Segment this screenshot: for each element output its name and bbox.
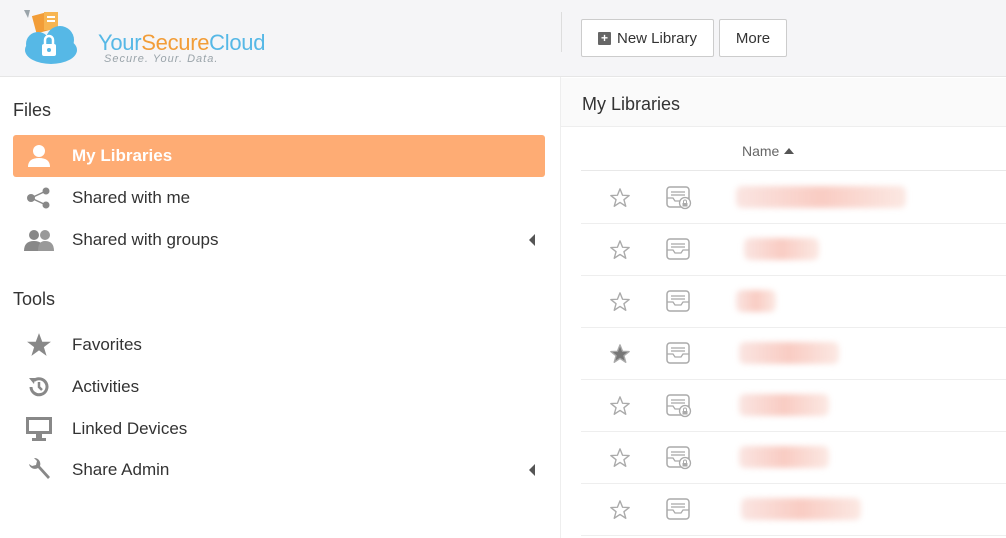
star-outline-icon[interactable] xyxy=(609,395,631,422)
star-outline-icon[interactable] xyxy=(609,291,631,318)
more-label: More xyxy=(735,29,771,47)
brand-tagline: Secure. Your. Data. xyxy=(104,53,219,65)
top-header: YourSecureCloud Secure. Your. Data. + Ne… xyxy=(0,0,1006,77)
star-icon xyxy=(13,332,65,358)
caret-left-icon[interactable] xyxy=(529,464,535,476)
new-library-label: New Library xyxy=(616,29,698,47)
library-icon xyxy=(665,237,693,268)
sidebar-item-favorites[interactable]: Favorites xyxy=(13,324,545,366)
library-icon xyxy=(665,341,693,372)
new-library-button[interactable]: + New Library xyxy=(581,19,714,57)
sidebar-item-label: My Libraries xyxy=(72,146,173,165)
table-row[interactable] xyxy=(581,432,1006,484)
monitor-icon xyxy=(13,416,65,442)
star-outline-icon[interactable] xyxy=(609,239,631,266)
sidebar-item-activities[interactable]: Activities xyxy=(13,366,545,408)
sidebar-item-label: Activities xyxy=(72,377,140,396)
sidebar-item-share-admin[interactable]: Share Admin xyxy=(13,449,545,491)
star-outline-icon[interactable] xyxy=(609,499,631,526)
files-section-title: Files xyxy=(13,100,52,120)
group-icon xyxy=(13,229,65,251)
table-row[interactable] xyxy=(581,276,1006,328)
redacted-library-name[interactable] xyxy=(736,290,776,312)
table-header: Name xyxy=(581,128,1006,171)
star-filled-icon[interactable] xyxy=(609,343,631,370)
wrench-icon xyxy=(13,457,65,483)
sidebar-item-shared-with-me[interactable]: Shared with me xyxy=(13,177,545,219)
sidebar-item-label: Shared with groups xyxy=(72,230,219,249)
sidebar: Files My Libraries Shared with me Shared… xyxy=(0,78,560,538)
cloud-lock-icon xyxy=(24,10,77,64)
more-button[interactable]: More xyxy=(719,19,787,57)
main-panel: My Libraries Name xyxy=(561,78,1006,538)
redacted-library-name[interactable] xyxy=(741,498,861,520)
sidebar-item-shared-with-groups[interactable]: Shared with groups xyxy=(13,219,545,261)
star-outline-icon[interactable] xyxy=(609,187,631,214)
table-row[interactable] xyxy=(581,328,1006,380)
brand-logo[interactable]: YourSecureCloud Secure. Your. Data. xyxy=(16,8,266,68)
redacted-library-name[interactable] xyxy=(736,186,906,208)
redacted-library-name[interactable] xyxy=(739,342,839,364)
sidebar-item-label: Shared with me xyxy=(72,188,191,207)
page-title: My Libraries xyxy=(561,78,1006,127)
plus-icon: + xyxy=(597,31,611,45)
redacted-library-name[interactable] xyxy=(739,394,829,416)
caret-left-icon[interactable] xyxy=(529,234,535,246)
table-row[interactable] xyxy=(581,172,1006,224)
table-row[interactable] xyxy=(581,380,1006,432)
sidebar-item-linked-devices[interactable]: Linked Devices xyxy=(13,408,545,450)
encrypted-library-icon xyxy=(665,393,693,424)
library-icon xyxy=(665,497,693,528)
tools-section-title: Tools xyxy=(13,289,56,309)
encrypted-library-icon xyxy=(665,185,693,216)
sort-ascending-icon xyxy=(784,148,795,154)
sidebar-item-label: Favorites xyxy=(72,335,142,354)
user-icon xyxy=(13,144,65,168)
history-icon xyxy=(13,374,65,400)
table-row[interactable] xyxy=(581,484,1006,536)
redacted-library-name[interactable] xyxy=(744,238,819,260)
name-column-header[interactable]: Name xyxy=(742,143,795,159)
star-outline-icon[interactable] xyxy=(609,447,631,474)
sidebar-item-label: Share Admin xyxy=(72,460,170,479)
encrypted-library-icon xyxy=(665,445,693,476)
table-row[interactable] xyxy=(581,224,1006,276)
sidebar-item-label: Linked Devices xyxy=(72,419,188,438)
library-icon xyxy=(665,289,693,320)
redacted-library-name[interactable] xyxy=(739,446,829,468)
header-divider xyxy=(561,12,562,52)
share-icon xyxy=(13,187,65,209)
sidebar-item-my-libraries[interactable]: My Libraries xyxy=(13,135,545,177)
